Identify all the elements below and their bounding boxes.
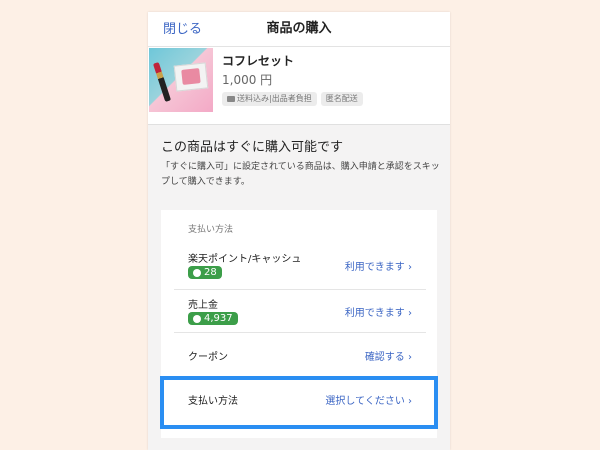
payment-row-coupon[interactable]: クーポン 確認する › [174,348,426,368]
payment-section-label: 支払い方法 [188,225,234,235]
compact-graphic [173,62,209,92]
header-bar: 閉じる 商品の購入 [148,12,450,47]
payment-method-label: 支払い方法 [188,396,238,407]
sales-proceeds-label: 売上金 [188,300,218,311]
payment-row-rakuten-points[interactable]: 楽天ポイント/キャッシュ 28 利用できます › [174,250,426,286]
payment-method-select[interactable]: 選択してください › [325,392,412,407]
shipping-tag: 送料込み|出品者負担 [222,92,317,106]
lipstick-graphic [152,62,172,102]
row-divider [174,289,426,290]
anonymous-shipping-tag-label: 匿名配送 [325,94,358,103]
instant-purchase-title: この商品はすぐに購入可能です [161,140,344,155]
shipping-tag-label: 送料込み|出品者負担 [237,94,312,103]
product-price: 1,000 円 [222,73,273,87]
rakuten-points-badge: 28 [188,266,222,279]
product-tags: 送料込み|出品者負担 匿名配送 [222,92,363,106]
rakuten-points-value: 28 [204,267,217,278]
sales-proceeds-action[interactable]: 利用できます › [345,304,412,319]
anonymous-shipping-tag: 匿名配送 [320,92,363,106]
point-coin-icon [193,314,201,323]
point-coin-icon [193,268,201,277]
instant-purchase-description: 「すぐに購入可」に設定されている商品は、購入申請と承認をスキップして購入できます… [161,162,440,187]
product-card: コフレセット 1,000 円 送料込み|出品者負担 匿名配送 [148,47,450,125]
coupon-action[interactable]: 確認する › [365,348,412,363]
row-divider [174,332,426,333]
product-thumbnail [149,48,213,112]
rakuten-points-label: 楽天ポイント/キャッシュ [188,254,302,265]
payment-row-sales-proceeds[interactable]: 売上金 4,937 利用できます › [174,296,426,332]
sales-proceeds-value: 4,937 [204,313,233,324]
truck-icon [227,96,235,102]
payment-row-method[interactable]: 支払い方法 選択してください › [174,392,426,412]
coupon-label: クーポン [188,352,228,363]
rakuten-points-action[interactable]: 利用できます › [345,258,412,273]
sales-proceeds-badge: 4,937 [188,312,238,325]
page-title: 商品の購入 [266,21,332,36]
product-name: コフレセット [222,54,295,68]
